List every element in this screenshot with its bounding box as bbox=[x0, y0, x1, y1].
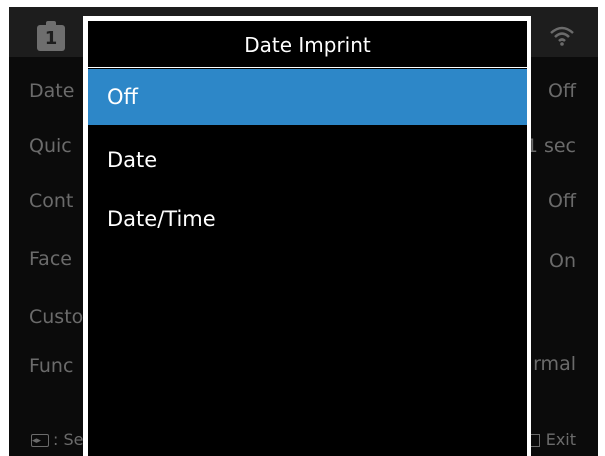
option-date[interactable]: Date bbox=[88, 132, 527, 188]
arrow-keys-icon bbox=[31, 431, 49, 451]
wifi-icon bbox=[550, 26, 574, 46]
background-row-label: Custo bbox=[29, 306, 84, 328]
dialog-body: Date Imprint Off Date Date/Time bbox=[88, 21, 527, 456]
background-row-value: On bbox=[549, 250, 576, 272]
date-imprint-dialog: Date Imprint Off Date Date/Time bbox=[83, 16, 531, 456]
background-exit-hint: Exit bbox=[528, 430, 576, 450]
background-row-label: Func bbox=[29, 355, 74, 377]
background-select-hint-text: : Se bbox=[53, 430, 84, 449]
background-row-label: Cont bbox=[29, 190, 74, 212]
background-row-value: 1 sec bbox=[525, 135, 576, 157]
option-date-time[interactable]: Date/Time bbox=[88, 191, 527, 247]
background-select-hint: : Se bbox=[31, 430, 84, 451]
background-exit-hint-text: Exit bbox=[545, 430, 576, 449]
dialog-title: Date Imprint bbox=[88, 21, 527, 68]
camera-tab-icon: 1 bbox=[37, 21, 65, 51]
background-row-value: Off bbox=[547, 80, 576, 102]
background-row-label: Date bbox=[29, 80, 75, 102]
option-off[interactable]: Off bbox=[88, 69, 527, 125]
background-row-label: Face bbox=[29, 248, 72, 270]
background-row-label: Quic bbox=[29, 135, 72, 157]
background-row-value: rmal bbox=[533, 353, 576, 375]
background-row-value: Off bbox=[547, 190, 576, 212]
